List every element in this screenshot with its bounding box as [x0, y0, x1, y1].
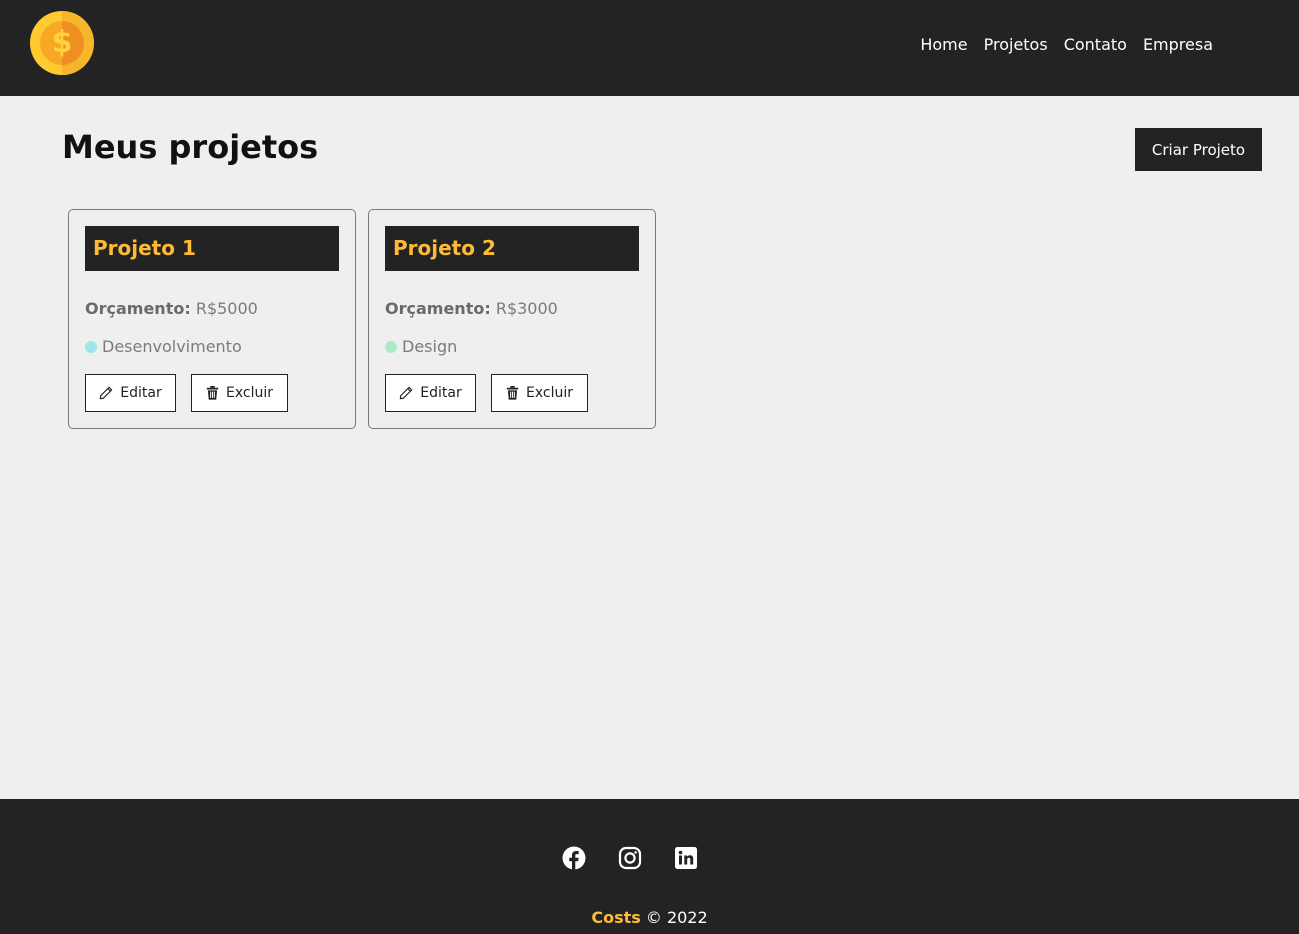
- nav-link-contato[interactable]: Contato: [1064, 35, 1127, 54]
- edit-button[interactable]: Editar: [385, 374, 476, 412]
- pencil-icon: [100, 386, 113, 400]
- delete-label: Excluir: [526, 385, 573, 401]
- budget-label: Orçamento:: [385, 299, 491, 318]
- project-card: Projeto 2 Orçamento: R$3000 Design Edita…: [368, 209, 656, 429]
- project-category: Design: [385, 337, 457, 356]
- trash-icon: [206, 386, 219, 400]
- navbar: $ Home Projetos Contato Empresa: [0, 0, 1299, 96]
- linkedin-icon[interactable]: [674, 846, 698, 870]
- facebook-icon[interactable]: [562, 846, 586, 870]
- nav-links: Home Projetos Contato Empresa: [920, 35, 1213, 54]
- project-category: Desenvolvimento: [85, 337, 242, 356]
- budget-value: R$3000: [495, 299, 558, 318]
- dollar-icon: $: [51, 25, 73, 60]
- pencil-icon: [400, 386, 413, 400]
- delete-button[interactable]: Excluir: [191, 374, 288, 412]
- budget-label: Orçamento:: [85, 299, 191, 318]
- coin-logo[interactable]: $: [30, 11, 94, 75]
- category-label: Desenvolvimento: [102, 337, 242, 356]
- footer: Costs © 2022: [0, 799, 1299, 934]
- nav-link-projetos[interactable]: Projetos: [984, 35, 1048, 54]
- edit-label: Editar: [120, 385, 162, 401]
- trash-icon: [506, 386, 519, 400]
- footer-brand: Costs: [591, 908, 641, 927]
- copyright: Costs © 2022: [0, 908, 1299, 927]
- project-card: Projeto 1 Orçamento: R$5000 Desenvolvime…: [68, 209, 356, 429]
- category-dot-icon: [85, 340, 97, 353]
- project-budget: Orçamento: R$3000: [385, 299, 558, 318]
- create-project-button[interactable]: Criar Projeto: [1135, 128, 1262, 171]
- project-title: Projeto 1: [85, 226, 339, 271]
- budget-value: R$5000: [195, 299, 258, 318]
- social-links: [562, 846, 698, 870]
- project-title: Projeto 2: [385, 226, 639, 271]
- nav-link-empresa[interactable]: Empresa: [1143, 35, 1213, 54]
- category-label: Design: [402, 337, 458, 356]
- instagram-icon[interactable]: [618, 846, 642, 870]
- nav-link-home[interactable]: Home: [920, 35, 967, 54]
- project-budget: Orçamento: R$5000: [85, 299, 258, 318]
- edit-label: Editar: [420, 385, 462, 401]
- page-title: Meus projetos: [62, 128, 319, 166]
- category-dot-icon: [385, 340, 397, 353]
- delete-button[interactable]: Excluir: [491, 374, 588, 412]
- edit-button[interactable]: Editar: [85, 374, 176, 412]
- delete-label: Excluir: [226, 385, 273, 401]
- copyright-year: © 2022: [645, 908, 708, 927]
